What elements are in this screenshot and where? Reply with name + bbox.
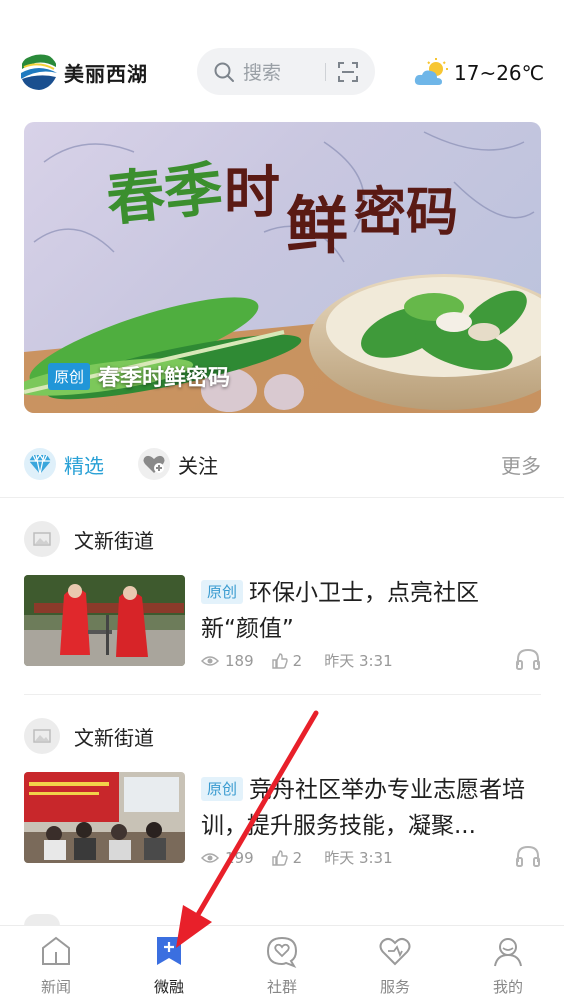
eye-icon: [201, 852, 219, 863]
news-icon: [42, 936, 70, 965]
view-count: 189: [225, 651, 254, 670]
card-divider: [24, 694, 541, 695]
views: 199: [201, 849, 254, 867]
banner-title: 春季时鲜密码: [98, 366, 231, 391]
profile-icon: [494, 938, 522, 967]
nav-weirong[interactable]: 微融: [129, 934, 209, 997]
more-link[interactable]: 更多: [501, 450, 541, 479]
tab-follow[interactable]: 关注: [138, 446, 218, 482]
app-page: 美丽西湖 搜索 17~26℃ 春季 时 鲜 密码 原创 春季时鲜密码 精选 关注…: [0, 0, 564, 1003]
banner-caption: 原创 春季时鲜密码: [48, 360, 230, 392]
news-title: 原创 环保小卫士，点亮社区新“颜值”: [201, 575, 536, 647]
thumbs-up-icon: [271, 652, 288, 669]
tab-featured-label: 精选: [64, 453, 104, 478]
svg-text:鲜: 鲜: [286, 189, 348, 262]
thumbs-up-icon: [271, 849, 288, 866]
headphones-icon[interactable]: [515, 844, 541, 868]
like-count: 2: [292, 651, 303, 670]
partly-sunny-icon: [414, 58, 448, 85]
logo-text: 美丽西湖: [64, 61, 148, 86]
news-title-text: 竞舟社区举办专业志愿者培训，提升服务技能，凝聚...: [201, 777, 526, 839]
nav-service[interactable]: 服务: [355, 934, 435, 997]
like-count: 2: [292, 848, 303, 867]
likes[interactable]: 2: [271, 651, 303, 670]
svg-text:密码: 密码: [354, 182, 458, 243]
search-divider: [325, 62, 326, 81]
service-icon: [379, 937, 411, 966]
nav-community[interactable]: 社群: [242, 934, 322, 997]
logo-mark-icon: [21, 54, 57, 90]
search-bar[interactable]: 搜索: [197, 48, 375, 95]
source-row[interactable]: 文新街道: [24, 521, 541, 557]
heart-plus-icon: [138, 448, 170, 480]
feed-card: 文新街道 原创 环保小卫士，点亮社区新“颜值” 189 2 昨天 3:31: [24, 521, 541, 695]
nav-weirong-label: 微融: [153, 978, 184, 996]
nav-service-label: 服务: [379, 978, 410, 996]
headphones-icon[interactable]: [515, 647, 541, 671]
source-name: 文新街道: [74, 725, 154, 750]
likes[interactable]: 2: [271, 848, 303, 867]
original-tag: 原创: [48, 362, 91, 390]
nav-community-label: 社群: [266, 978, 297, 996]
news-meta: 189 2 昨天 3:31: [201, 650, 393, 671]
news-item[interactable]: 原创 竞舟社区举办专业志愿者培训，提升服务技能，凝聚... 199 2 昨天 3:…: [24, 772, 541, 867]
eye-icon: [201, 655, 219, 666]
nav-profile-label: 我的: [492, 978, 523, 996]
news-thumbnail: [24, 772, 185, 863]
news-thumbnail: [24, 575, 185, 666]
image-placeholder-icon: [24, 521, 60, 557]
nav-news-label: 新闻: [40, 978, 71, 996]
svg-text:春季: 春季: [103, 154, 225, 234]
bottom-navigation: 新闻 微融 社群 服务 我的: [0, 925, 564, 1003]
nav-news[interactable]: 新闻: [16, 934, 96, 997]
news-meta: 199 2 昨天 3:31: [201, 847, 393, 868]
search-icon: [214, 62, 234, 82]
views: 189: [201, 652, 254, 670]
app-logo[interactable]: 美丽西湖: [20, 53, 148, 91]
publish-time: 昨天 3:31: [324, 652, 393, 670]
community-icon: [266, 936, 298, 968]
temperature-range: 17~26℃: [454, 61, 545, 85]
news-title: 原创 竞舟社区举办专业志愿者培训，提升服务技能，凝聚...: [201, 772, 536, 844]
nav-profile[interactable]: 我的: [468, 934, 548, 997]
view-count: 199: [225, 848, 254, 867]
source-row[interactable]: 文新街道: [24, 718, 541, 754]
source-name: 文新街道: [74, 528, 154, 553]
weather-widget[interactable]: 17~26℃: [412, 58, 544, 88]
hero-banner[interactable]: 春季 时 鲜 密码 原创 春季时鲜密码: [24, 122, 541, 413]
feed-card: 文新街道 原创 竞舟社区举办专业志愿者培训，提升服务技能，凝聚... 199 2…: [24, 718, 541, 868]
top-header: 美丽西湖 搜索 17~26℃: [0, 48, 564, 98]
news-item[interactable]: 原创 环保小卫士，点亮社区新“颜值” 189 2 昨天 3:31: [24, 575, 541, 670]
original-tag: 原创: [201, 580, 244, 604]
tab-follow-label: 关注: [178, 453, 218, 478]
tab-featured[interactable]: 精选: [24, 446, 104, 482]
tabs-divider: [0, 497, 564, 498]
diamond-icon: [24, 448, 56, 480]
search-input[interactable]: 搜索: [243, 58, 325, 85]
weirong-icon: [157, 937, 181, 965]
image-placeholder-icon: [24, 718, 60, 754]
publish-time: 昨天 3:31: [324, 849, 393, 867]
svg-text:时: 时: [224, 160, 280, 226]
feed-tabs: 精选 关注 更多: [24, 446, 541, 482]
scan-icon[interactable]: [336, 60, 360, 84]
original-tag: 原创: [201, 777, 244, 801]
